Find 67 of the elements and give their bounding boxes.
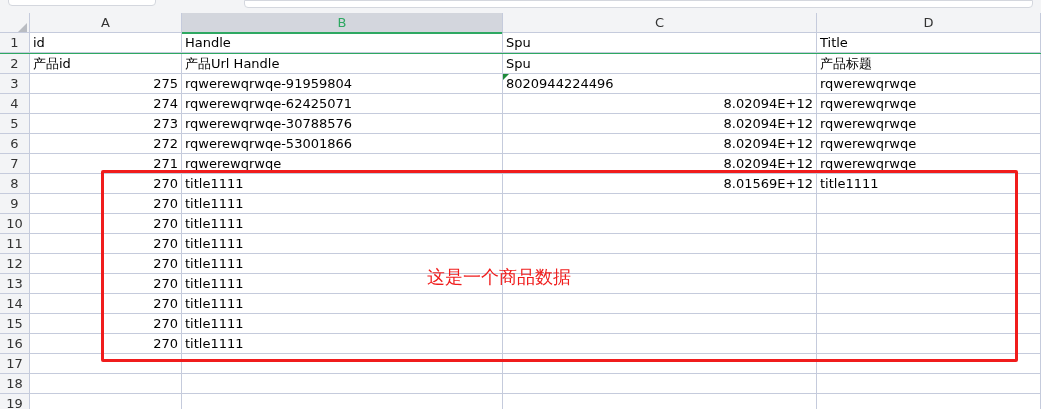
row-header[interactable]: 12 <box>0 254 30 274</box>
table-cell: title1111 <box>182 234 503 254</box>
table-cell: title1111 <box>182 174 503 194</box>
table-cell: 8.01569E+12 <box>503 174 817 194</box>
table-cell: Spu <box>503 54 817 74</box>
table-cell: 270 <box>30 234 182 254</box>
table-cell: 270 <box>30 174 182 194</box>
table-cell: 272 <box>30 134 182 154</box>
table-cell: id <box>30 33 182 53</box>
table-cell: 8.02094E+12 <box>503 114 817 134</box>
row-header[interactable]: 7 <box>0 154 30 174</box>
table-cell: 271 <box>30 154 182 174</box>
table-cell: title1111 <box>182 334 503 354</box>
table-cell: title1111 <box>182 194 503 214</box>
table-cell: 270 <box>30 194 182 214</box>
table-cell: rqwerewqrwqe-91959804 <box>182 74 503 94</box>
cell-text: 8020944224496 <box>506 75 614 93</box>
table-cell: 产品id <box>30 54 182 74</box>
row-header[interactable]: 18 <box>0 374 30 394</box>
column-header[interactable]: C <box>503 13 817 34</box>
row-header[interactable]: 5 <box>0 114 30 134</box>
table-cell: title1111 <box>182 294 503 314</box>
table-cell: 270 <box>30 254 182 274</box>
table-cell: title1111 <box>817 174 1041 194</box>
row-header[interactable]: 6 <box>0 134 30 154</box>
row-header[interactable]: 10 <box>0 214 30 234</box>
row-header[interactable]: 17 <box>0 354 30 374</box>
table-cell: rqwerewqrwqe-30788576 <box>182 114 503 134</box>
row-header[interactable]: 11 <box>0 234 30 254</box>
table-cell: Title <box>817 33 1041 53</box>
row-header[interactable]: 8 <box>0 174 30 194</box>
table-cell: rqwerewqrwqe-53001866 <box>182 134 503 154</box>
table-cell: Spu <box>503 33 817 53</box>
row-header[interactable]: 13 <box>0 274 30 294</box>
table-cell: title1111 <box>182 314 503 334</box>
table-cell: title1111 <box>182 214 503 234</box>
row-header[interactable]: 15 <box>0 314 30 334</box>
table-cell: rqwerewqrwqe <box>182 154 503 174</box>
table-cell: rqwerewqrwqe <box>817 154 1041 174</box>
table-cell: Handle <box>182 33 503 53</box>
table-cell: 270 <box>30 214 182 234</box>
row-header[interactable]: 2 <box>0 54 30 74</box>
table-cell: 8.02094E+12 <box>503 154 817 174</box>
table-cell: rqwerewqrwqe-62425071 <box>182 94 503 114</box>
table-cell: 273 <box>30 114 182 134</box>
table-cell: rqwerewqrwqe <box>817 94 1041 114</box>
row-header[interactable]: 9 <box>0 194 30 214</box>
table-cell: 270 <box>30 274 182 294</box>
row-header[interactable]: 4 <box>0 94 30 114</box>
table-cell: 274 <box>30 94 182 114</box>
table-cell: 270 <box>30 314 182 334</box>
row-header[interactable]: 3 <box>0 74 30 94</box>
table-cell: 8.02094E+12 <box>503 134 817 154</box>
table-cell: 270 <box>30 334 182 354</box>
row-header[interactable]: 1 <box>0 33 30 53</box>
row-header[interactable]: 14 <box>0 294 30 314</box>
row-header[interactable]: 16 <box>0 334 30 354</box>
table-cell: rqwerewqrwqe <box>817 74 1041 94</box>
column-header[interactable]: D <box>817 13 1041 34</box>
table-cell: 产品标题 <box>817 54 1041 74</box>
table-cell: rqwerewqrwqe <box>817 134 1041 154</box>
row-header[interactable]: 19 <box>0 394 30 409</box>
table-cell: rqwerewqrwqe <box>817 114 1041 134</box>
table-cell: 8.02094E+12 <box>503 94 817 114</box>
table-cell: 275 <box>30 74 182 94</box>
table-cell: 270 <box>30 294 182 314</box>
table-cell: 产品Url Handle <box>182 54 503 74</box>
